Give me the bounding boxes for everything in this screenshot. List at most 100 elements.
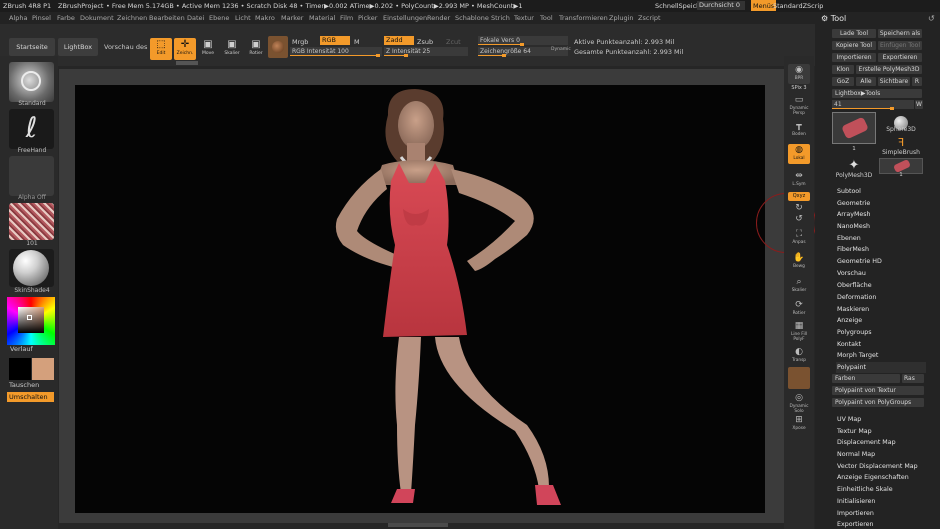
menu-light[interactable]: Licht bbox=[235, 14, 251, 22]
draw-button[interactable]: ✛ Zeichn. bbox=[174, 38, 196, 60]
scale-view-button[interactable]: ⌕ Skalier bbox=[788, 276, 810, 296]
subpalette-preview[interactable]: Vorschau bbox=[836, 268, 926, 279]
polypaint-from-texture-button[interactable]: Polypaint von Textur bbox=[832, 386, 924, 395]
freehand-stroke-button[interactable]: ℓ bbox=[9, 109, 54, 149]
spix-slider[interactable]: SPix 3 bbox=[788, 85, 810, 91]
zsub-button[interactable]: Zsub bbox=[417, 38, 433, 46]
w-button[interactable]: W bbox=[915, 100, 923, 109]
xyz-rotation-button[interactable]: Qxyz bbox=[788, 192, 810, 201]
menu-marker[interactable]: Marker bbox=[281, 14, 303, 22]
menu-file[interactable]: Datei bbox=[187, 14, 204, 22]
move-button[interactable]: ▣ Move bbox=[197, 38, 219, 60]
r-button[interactable]: R bbox=[912, 77, 922, 86]
visible-button[interactable]: Sichtbare bbox=[878, 77, 910, 86]
subpalette-export[interactable]: Exportieren bbox=[836, 519, 926, 529]
subpalette-initialize[interactable]: Initialisieren bbox=[836, 496, 926, 507]
startseite-button[interactable]: Startseite bbox=[9, 38, 55, 56]
alpha-button[interactable] bbox=[9, 156, 54, 196]
default-zscript-button[interactable]: StandardZScrip bbox=[773, 2, 823, 10]
move-view-button[interactable]: ✋ Bewg bbox=[788, 252, 810, 272]
subpalette-geometry-hd[interactable]: Geometrie HD bbox=[836, 256, 926, 267]
dynamic-size-toggle[interactable]: Dynamic bbox=[551, 47, 571, 52]
menu-tool[interactable]: Tool bbox=[540, 14, 553, 22]
perspective-button[interactable]: ▭ Dynamic Persp bbox=[788, 94, 810, 116]
save-as-button[interactable]: Speichern als bbox=[878, 29, 922, 38]
zadd-button[interactable]: Zadd bbox=[384, 36, 414, 45]
subpalette-polygroups[interactable]: Polygroups bbox=[836, 327, 926, 338]
color-square[interactable] bbox=[18, 307, 44, 333]
scale-button[interactable]: ▣ Skalier bbox=[221, 38, 243, 60]
polyframe-button[interactable]: ▦ Line Fill PolyF bbox=[788, 320, 810, 342]
subpalette-displacement-map[interactable]: Displacement Map bbox=[836, 437, 926, 448]
menu-preferences[interactable]: Einstellungen bbox=[383, 14, 427, 22]
import-button[interactable]: Importieren bbox=[832, 53, 876, 62]
subpalette-unified-skin[interactable]: Einheitliche Skale bbox=[836, 484, 926, 495]
subpalette-vector-displacement-map[interactable]: Vector Displacement Map bbox=[836, 461, 926, 472]
ghost-button[interactable] bbox=[788, 367, 810, 389]
solo-button[interactable]: ◎ Dynamic Solo bbox=[788, 392, 810, 414]
transparency-slider[interactable]: Durchsicht 0 bbox=[697, 1, 745, 10]
rgb-intensity-slider[interactable]: RGB Intensität 100 bbox=[290, 47, 382, 57]
subpalette-nanomesh[interactable]: NanoMesh bbox=[836, 221, 926, 232]
copy-tool-button[interactable]: Kopiere Tool bbox=[832, 41, 876, 50]
material-button[interactable] bbox=[9, 249, 54, 287]
canvas-scroll-handle[interactable] bbox=[388, 523, 448, 527]
menu-draw[interactable]: Zeichnen bbox=[117, 14, 147, 22]
bpr-render-button[interactable]: ◉ BPR bbox=[788, 64, 810, 84]
transparency-button[interactable]: ◐ Transp bbox=[788, 346, 810, 366]
grid-button[interactable]: Ras bbox=[902, 374, 924, 383]
menu-material[interactable]: Material bbox=[309, 14, 335, 22]
rgb-button[interactable]: RGB bbox=[320, 36, 350, 45]
tool-size-slider[interactable]: 41 bbox=[832, 100, 914, 110]
simplebrush-icon[interactable]: ꟻ bbox=[879, 136, 923, 149]
material-swatch-button[interactable] bbox=[268, 36, 288, 58]
clone-button[interactable]: Klon bbox=[832, 65, 854, 74]
subpalette-texture-map[interactable]: Textur Map bbox=[836, 426, 926, 437]
menu-zplugin[interactable]: Zplugin bbox=[609, 14, 634, 22]
subpalette-uv-map[interactable]: UV Map bbox=[836, 414, 926, 425]
export-button[interactable]: Exportieren bbox=[878, 53, 922, 62]
switch-color-button[interactable]: Umschalten bbox=[7, 392, 54, 402]
menu-edit[interactable]: Bearbeiten bbox=[149, 14, 185, 22]
subpalette-layers[interactable]: Ebenen bbox=[836, 233, 926, 244]
subpalette-morph-target[interactable]: Morph Target bbox=[836, 350, 926, 361]
rotate-z-button[interactable]: ↺ bbox=[788, 214, 810, 224]
tool-thumb-current[interactable] bbox=[832, 112, 876, 144]
subpalette-contact[interactable]: Kontakt bbox=[836, 339, 926, 350]
all-button[interactable]: Alle bbox=[856, 77, 876, 86]
main-color-swatch[interactable] bbox=[9, 358, 31, 380]
subpalette-subtool[interactable]: Subtool bbox=[836, 186, 926, 197]
collapse-icon[interactable]: ↺ bbox=[928, 14, 935, 23]
subpalette-surface[interactable]: Oberfläche bbox=[836, 280, 926, 291]
z-intensity-slider[interactable]: Z Intensität 25 bbox=[384, 47, 468, 57]
menu-picker[interactable]: Picker bbox=[358, 14, 377, 22]
lightbox-button[interactable]: LightBox bbox=[58, 38, 98, 56]
subpalette-masking[interactable]: Maskieren bbox=[836, 304, 926, 315]
menu-transform[interactable]: Transformieren bbox=[559, 14, 608, 22]
menu-color[interactable]: Farbe bbox=[57, 14, 75, 22]
subpalette-import[interactable]: Importieren bbox=[836, 508, 926, 519]
paste-tool-button[interactable]: Einfügen Tool bbox=[878, 41, 922, 50]
texture-button[interactable] bbox=[9, 203, 54, 240]
menu-movie[interactable]: Film bbox=[340, 14, 353, 22]
load-tool-button[interactable]: Lade Tool bbox=[832, 29, 876, 38]
menu-stroke[interactable]: Strich bbox=[491, 14, 510, 22]
menu-zscript[interactable]: Zscript bbox=[638, 14, 661, 22]
menu-render[interactable]: Render bbox=[427, 14, 450, 22]
color-picker[interactable] bbox=[7, 297, 55, 345]
colorize-button[interactable]: Farben bbox=[832, 374, 900, 383]
standard-brush-button[interactable] bbox=[9, 62, 54, 102]
m-button[interactable]: M bbox=[354, 38, 360, 46]
swap-colors-label[interactable]: Tauschen bbox=[9, 381, 39, 389]
local-button[interactable]: ◍ Lokal bbox=[788, 144, 810, 164]
frame-button[interactable]: ⛶ Anpas bbox=[788, 228, 810, 248]
rotate-button[interactable]: ▣ Rotier bbox=[245, 38, 267, 60]
document-canvas[interactable] bbox=[75, 85, 765, 513]
lightbox-tools-button[interactable]: Lightbox▶Tools bbox=[832, 89, 922, 98]
floor-button[interactable]: ┳ Boden bbox=[788, 120, 810, 140]
menu-stencil[interactable]: Schablone bbox=[455, 14, 489, 22]
rotate-y-button[interactable]: ↻ bbox=[788, 203, 810, 213]
toolbar-scroll-handle[interactable] bbox=[176, 61, 198, 65]
subpalette-display-properties[interactable]: Anzeige Eigenschaften bbox=[836, 472, 926, 483]
subpalette-arraymesh[interactable]: ArrayMesh bbox=[836, 209, 926, 220]
